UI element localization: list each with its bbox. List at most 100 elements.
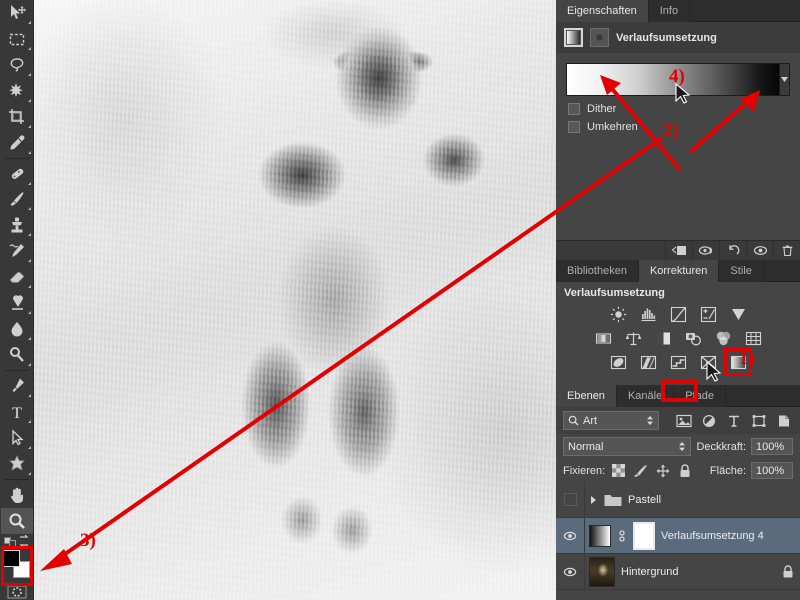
invert-icon[interactable] bbox=[608, 352, 628, 372]
dither-label: Dither bbox=[587, 103, 617, 115]
tab-stile[interactable]: Stile bbox=[719, 260, 764, 282]
opacity-value[interactable]: 100% bbox=[751, 438, 793, 455]
curves-icon[interactable] bbox=[668, 304, 688, 324]
table-row[interactable]: Pastell bbox=[556, 482, 800, 518]
pen-tool[interactable] bbox=[1, 373, 33, 399]
swap-arrow-icon[interactable] bbox=[17, 534, 31, 547]
gradient-dropdown-arrow-icon[interactable] bbox=[779, 63, 790, 96]
dodge-tool[interactable] bbox=[1, 342, 33, 368]
layer-name: Pastell bbox=[628, 493, 662, 506]
filter-smart-object-icon[interactable] bbox=[774, 411, 793, 430]
eyedropper-tool[interactable] bbox=[1, 130, 33, 156]
custom-shape-tool[interactable] bbox=[1, 451, 33, 477]
visibility-eye-icon[interactable] bbox=[746, 240, 773, 261]
filter-pixel-icon[interactable] bbox=[674, 411, 693, 430]
dither-checkbox-row[interactable]: Dither bbox=[556, 100, 800, 118]
tab-eigenschaften[interactable]: Eigenschaften bbox=[556, 0, 649, 22]
selective-color-icon[interactable] bbox=[698, 352, 718, 372]
filter-shape-icon[interactable] bbox=[749, 411, 768, 430]
tab-info[interactable]: Info bbox=[648, 0, 691, 22]
color-balance-icon[interactable] bbox=[623, 328, 643, 348]
photo-filter-icon[interactable] bbox=[683, 328, 703, 348]
crop-tool[interactable] bbox=[1, 104, 33, 130]
filter-kind-select[interactable]: Art bbox=[563, 411, 659, 430]
zoom-tool[interactable] bbox=[0, 507, 33, 534]
blend-mode-value: Normal bbox=[568, 440, 604, 453]
layer-thumbnail[interactable] bbox=[589, 556, 615, 587]
eye-icon[interactable] bbox=[562, 566, 578, 578]
magic-wand-tool[interactable] bbox=[1, 78, 33, 104]
layer-visibility-toggle[interactable] bbox=[556, 530, 584, 542]
gradient-map-icon[interactable] bbox=[724, 348, 752, 376]
color-lookup-icon[interactable] bbox=[743, 328, 763, 348]
clone-stamp-tool[interactable] bbox=[1, 212, 33, 238]
brightness-contrast-icon[interactable] bbox=[608, 304, 628, 324]
tab-pfade[interactable]: Pfade bbox=[674, 385, 726, 407]
layer-thumbnail[interactable] bbox=[589, 524, 611, 547]
layer-mask-thumbnail-icon[interactable] bbox=[590, 28, 609, 47]
healing-brush-tool[interactable] bbox=[1, 161, 33, 187]
lock-image-icon[interactable] bbox=[632, 463, 649, 479]
brush-tool[interactable] bbox=[1, 187, 33, 213]
quick-mask-icon[interactable] bbox=[6, 585, 28, 600]
filter-adjustment-icon[interactable] bbox=[699, 411, 718, 430]
fill-label: Fläche: bbox=[709, 464, 746, 477]
hue-saturation-icon[interactable] bbox=[593, 328, 613, 348]
dither-checkbox[interactable] bbox=[568, 103, 580, 115]
document-canvas[interactable] bbox=[34, 0, 556, 600]
type-tool[interactable]: T bbox=[1, 399, 33, 425]
reset-icon[interactable] bbox=[719, 240, 746, 261]
table-row[interactable]: Verlaufsumsetzung 4 bbox=[556, 518, 800, 554]
foreground-color-swatch[interactable] bbox=[2, 550, 20, 568]
channel-mixer-icon[interactable] bbox=[713, 328, 733, 348]
toggle-previous-state-icon[interactable] bbox=[692, 240, 719, 261]
table-row[interactable]: Hintergrund bbox=[556, 554, 800, 590]
stepper-arrows-icon[interactable] bbox=[646, 415, 654, 426]
lock-all-icon[interactable] bbox=[676, 463, 693, 479]
exposure-icon[interactable] bbox=[698, 304, 718, 324]
history-brush-tool[interactable] bbox=[1, 238, 33, 264]
gradient-strip[interactable] bbox=[566, 63, 790, 96]
layer-row-body[interactable]: Verlaufsumsetzung 4 bbox=[584, 518, 800, 553]
hand-tool[interactable] bbox=[1, 482, 33, 508]
clip-to-layer-icon[interactable] bbox=[665, 240, 692, 261]
foreground-background-swatches[interactable] bbox=[0, 546, 33, 587]
layer-row-body[interactable]: Hintergrund bbox=[584, 554, 800, 589]
blend-mode-select[interactable]: Normal bbox=[563, 437, 692, 456]
path-selection-tool[interactable] bbox=[1, 425, 33, 451]
fill-value[interactable]: 100% bbox=[751, 462, 793, 479]
umkehren-checkbox-row[interactable]: Umkehren bbox=[556, 118, 800, 136]
filter-type-icon[interactable] bbox=[724, 411, 743, 430]
tab-korrekturen[interactable]: Korrekturen bbox=[638, 260, 720, 282]
layer-visibility-toggle[interactable] bbox=[556, 493, 584, 506]
vibrance-icon[interactable] bbox=[728, 304, 748, 324]
gradient-map-thumbnail-icon[interactable] bbox=[564, 28, 583, 47]
rectangular-marquee-tool[interactable] bbox=[1, 26, 33, 52]
layer-mask-thumbnail[interactable] bbox=[633, 521, 655, 550]
eye-icon[interactable] bbox=[562, 530, 578, 542]
chevron-right-icon[interactable] bbox=[589, 495, 598, 505]
adjustments-row-3 bbox=[556, 348, 800, 376]
stepper-arrows-icon[interactable] bbox=[678, 441, 686, 452]
tab-bibliotheken[interactable]: Bibliotheken bbox=[556, 260, 639, 282]
swap-colors-icon[interactable] bbox=[8, 539, 16, 547]
posterize-icon[interactable] bbox=[638, 352, 658, 372]
gradient-tool[interactable] bbox=[1, 290, 33, 316]
layer-visibility-toggle[interactable] bbox=[556, 566, 584, 578]
black-white-icon[interactable] bbox=[653, 328, 673, 348]
layer-row-body[interactable]: Pastell bbox=[584, 482, 800, 517]
tab-kanaele[interactable]: Kanäle bbox=[616, 385, 675, 407]
link-icon[interactable] bbox=[617, 529, 627, 543]
eraser-tool[interactable] bbox=[1, 264, 33, 290]
move-tool[interactable] bbox=[1, 0, 33, 26]
tab-ebenen[interactable]: Ebenen bbox=[556, 385, 617, 407]
lock-transparency-icon[interactable] bbox=[610, 463, 627, 479]
levels-icon[interactable] bbox=[638, 304, 658, 324]
delete-trash-icon[interactable] bbox=[773, 240, 800, 261]
edit-mode-quick-swatches[interactable] bbox=[1, 534, 33, 547]
lock-position-icon[interactable] bbox=[654, 463, 671, 479]
lasso-tool[interactable] bbox=[1, 52, 33, 78]
umkehren-checkbox[interactable] bbox=[568, 121, 580, 133]
blur-tool[interactable] bbox=[1, 316, 33, 342]
threshold-icon[interactable] bbox=[668, 352, 688, 372]
